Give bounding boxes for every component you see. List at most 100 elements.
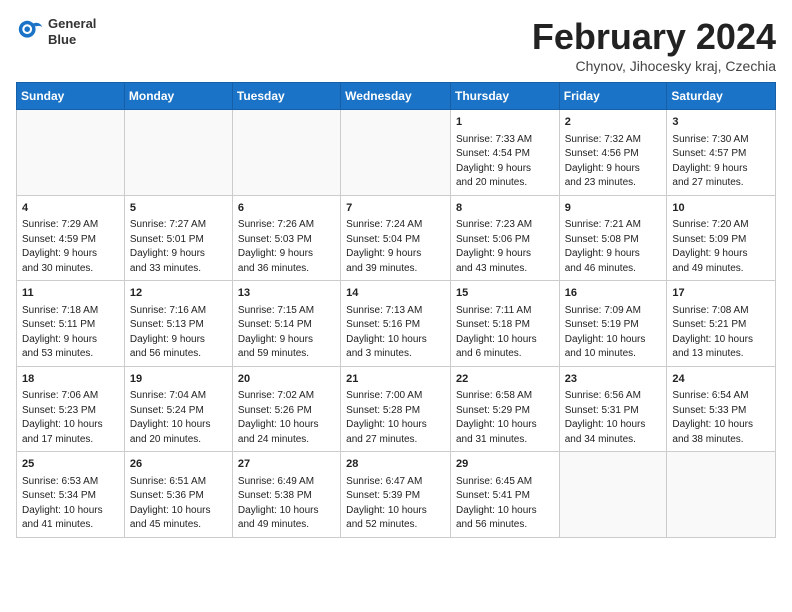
day-info: Sunrise: 6:47 AM Sunset: 5:39 PM Dayligh…	[346, 475, 445, 533]
weekday-header-tuesday: Tuesday	[232, 83, 340, 110]
day-number: 4	[22, 200, 119, 217]
day-number: 15	[456, 285, 554, 302]
calendar-table: SundayMondayTuesdayWednesdayThursdayFrid…	[16, 82, 776, 538]
day-number: 25	[22, 456, 119, 473]
day-info: Sunrise: 7:29 AM Sunset: 4:59 PM Dayligh…	[22, 218, 119, 276]
calendar-cell: 6Sunrise: 7:26 AM Sunset: 5:03 PM Daylig…	[232, 195, 340, 281]
day-number: 3	[672, 114, 770, 131]
title-section: February 2024 Chynov, Jihocesky kraj, Cz…	[532, 16, 776, 74]
weekday-header-wednesday: Wednesday	[341, 83, 451, 110]
day-number: 23	[565, 371, 662, 388]
day-info: Sunrise: 7:11 AM Sunset: 5:18 PM Dayligh…	[456, 304, 554, 362]
calendar-cell: 16 Sunrise: 7:09 AM Sunset: 5:19 PM Dayli…	[559, 281, 667, 367]
calendar-cell: 2 Sunrise: 7:32 AM Sunset: 4:56 PM Daylig…	[559, 110, 667, 196]
weekday-header-friday: Friday	[559, 83, 667, 110]
day-info: Sunrise: 6:49 AM Sunset: 5:38 PM Dayligh…	[238, 475, 335, 533]
calendar-cell	[667, 452, 776, 538]
day-number: 19	[130, 371, 227, 388]
calendar-cell: 19Sunrise: 7:04 AM Sunset: 5:24 PM Dayli…	[124, 366, 232, 452]
day-info: Sunrise: 7:18 AM Sunset: 5:11 PM Dayligh…	[22, 304, 119, 362]
location: Chynov, Jihocesky kraj, Czechia	[532, 58, 776, 74]
calendar-cell: 23Sunrise: 6:56 AM Sunset: 5:31 PM Dayli…	[559, 366, 667, 452]
day-info: Sunrise: 7:32 AM Sunset: 4:56 PM Dayligh…	[565, 133, 662, 191]
day-number: 16	[565, 285, 662, 302]
day-info: Sunrise: 7:02 AM Sunset: 5:26 PM Dayligh…	[238, 389, 335, 447]
calendar-week-row: 1 Sunrise: 7:33 AM Sunset: 4:54 PM Daylig…	[17, 110, 776, 196]
calendar-cell: 12 Sunrise: 7:16 AM Sunset: 5:13 PM Dayli…	[124, 281, 232, 367]
day-info: Sunrise: 7:09 AM Sunset: 5:19 PM Dayligh…	[565, 304, 662, 362]
day-info: Sunrise: 7:16 AM Sunset: 5:13 PM Dayligh…	[130, 304, 227, 362]
weekday-header-monday: Monday	[124, 83, 232, 110]
calendar-body: 1 Sunrise: 7:33 AM Sunset: 4:54 PM Daylig…	[17, 110, 776, 538]
calendar-cell: 22Sunrise: 6:58 AM Sunset: 5:29 PM Dayli…	[450, 366, 559, 452]
day-number: 22	[456, 371, 554, 388]
header: General Blue February 2024 Chynov, Jihoc…	[16, 16, 776, 74]
weekday-header-row: SundayMondayTuesdayWednesdayThursdayFrid…	[17, 83, 776, 110]
calendar-cell: 27Sunrise: 6:49 AM Sunset: 5:38 PM Dayli…	[232, 452, 340, 538]
logo-icon	[16, 18, 44, 46]
day-info: Sunrise: 7:15 AM Sunset: 5:14 PM Dayligh…	[238, 304, 335, 362]
day-info: Sunrise: 6:45 AM Sunset: 5:41 PM Dayligh…	[456, 475, 554, 533]
calendar-cell: 4Sunrise: 7:29 AM Sunset: 4:59 PM Daylig…	[17, 195, 125, 281]
day-number: 26	[130, 456, 227, 473]
calendar-header: SundayMondayTuesdayWednesdayThursdayFrid…	[17, 83, 776, 110]
day-info: Sunrise: 7:30 AM Sunset: 4:57 PM Dayligh…	[672, 133, 770, 191]
logo-line1: General	[48, 16, 96, 32]
day-number: 21	[346, 371, 445, 388]
day-info: Sunrise: 6:51 AM Sunset: 5:36 PM Dayligh…	[130, 475, 227, 533]
day-number: 10	[672, 200, 770, 217]
calendar-cell: 8Sunrise: 7:23 AM Sunset: 5:06 PM Daylig…	[450, 195, 559, 281]
day-info: Sunrise: 7:00 AM Sunset: 5:28 PM Dayligh…	[346, 389, 445, 447]
day-info: Sunrise: 7:33 AM Sunset: 4:54 PM Dayligh…	[456, 133, 554, 191]
day-info: Sunrise: 7:26 AM Sunset: 5:03 PM Dayligh…	[238, 218, 335, 276]
calendar-cell: 17 Sunrise: 7:08 AM Sunset: 5:21 PM Dayli…	[667, 281, 776, 367]
day-number: 24	[672, 371, 770, 388]
day-number: 13	[238, 285, 335, 302]
day-info: Sunrise: 7:04 AM Sunset: 5:24 PM Dayligh…	[130, 389, 227, 447]
day-info: Sunrise: 7:20 AM Sunset: 5:09 PM Dayligh…	[672, 218, 770, 276]
day-number: 2	[565, 114, 662, 131]
day-info: Sunrise: 6:54 AM Sunset: 5:33 PM Dayligh…	[672, 389, 770, 447]
calendar-cell: 24Sunrise: 6:54 AM Sunset: 5:33 PM Dayli…	[667, 366, 776, 452]
day-number: 14	[346, 285, 445, 302]
day-info: Sunrise: 7:23 AM Sunset: 5:06 PM Dayligh…	[456, 218, 554, 276]
day-number: 6	[238, 200, 335, 217]
day-number: 8	[456, 200, 554, 217]
logo: General Blue	[16, 16, 96, 47]
weekday-header-saturday: Saturday	[667, 83, 776, 110]
calendar-cell	[341, 110, 451, 196]
calendar-cell: 5Sunrise: 7:27 AM Sunset: 5:01 PM Daylig…	[124, 195, 232, 281]
day-number: 7	[346, 200, 445, 217]
day-number: 1	[456, 114, 554, 131]
calendar-cell: 21Sunrise: 7:00 AM Sunset: 5:28 PM Dayli…	[341, 366, 451, 452]
calendar-cell	[124, 110, 232, 196]
calendar-cell: 3 Sunrise: 7:30 AM Sunset: 4:57 PM Daylig…	[667, 110, 776, 196]
day-info: Sunrise: 7:06 AM Sunset: 5:23 PM Dayligh…	[22, 389, 119, 447]
day-info: Sunrise: 6:53 AM Sunset: 5:34 PM Dayligh…	[22, 475, 119, 533]
day-info: Sunrise: 7:27 AM Sunset: 5:01 PM Dayligh…	[130, 218, 227, 276]
day-number: 9	[565, 200, 662, 217]
day-number: 5	[130, 200, 227, 217]
day-info: Sunrise: 6:56 AM Sunset: 5:31 PM Dayligh…	[565, 389, 662, 447]
calendar-cell: 14 Sunrise: 7:13 AM Sunset: 5:16 PM Dayli…	[341, 281, 451, 367]
weekday-header-thursday: Thursday	[450, 83, 559, 110]
day-number: 28	[346, 456, 445, 473]
calendar-cell: 29Sunrise: 6:45 AM Sunset: 5:41 PM Dayli…	[450, 452, 559, 538]
calendar-cell: 15 Sunrise: 7:11 AM Sunset: 5:18 PM Dayli…	[450, 281, 559, 367]
day-info: Sunrise: 6:58 AM Sunset: 5:29 PM Dayligh…	[456, 389, 554, 447]
calendar-week-row: 4Sunrise: 7:29 AM Sunset: 4:59 PM Daylig…	[17, 195, 776, 281]
day-info: Sunrise: 7:13 AM Sunset: 5:16 PM Dayligh…	[346, 304, 445, 362]
day-number: 11	[22, 285, 119, 302]
calendar-cell	[232, 110, 340, 196]
day-number: 17	[672, 285, 770, 302]
day-info: Sunrise: 7:08 AM Sunset: 5:21 PM Dayligh…	[672, 304, 770, 362]
day-number: 20	[238, 371, 335, 388]
calendar-cell: 10Sunrise: 7:20 AM Sunset: 5:09 PM Dayli…	[667, 195, 776, 281]
day-number: 12	[130, 285, 227, 302]
day-number: 18	[22, 371, 119, 388]
calendar-cell	[17, 110, 125, 196]
calendar-cell: 13 Sunrise: 7:15 AM Sunset: 5:14 PM Dayli…	[232, 281, 340, 367]
calendar-cell: 7Sunrise: 7:24 AM Sunset: 5:04 PM Daylig…	[341, 195, 451, 281]
day-info: Sunrise: 7:24 AM Sunset: 5:04 PM Dayligh…	[346, 218, 445, 276]
calendar-cell: 9Sunrise: 7:21 AM Sunset: 5:08 PM Daylig…	[559, 195, 667, 281]
